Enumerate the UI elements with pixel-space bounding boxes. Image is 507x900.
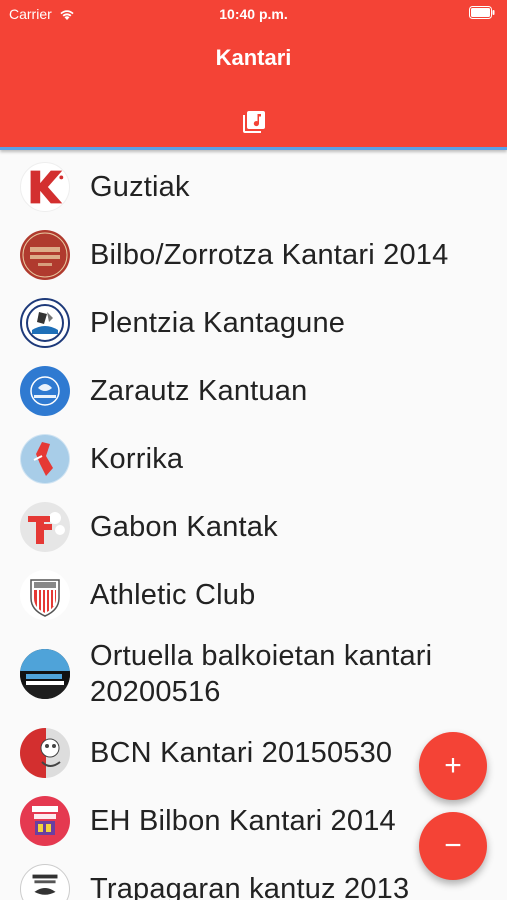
eh-bilbon-logo-icon [20,796,70,846]
list-item[interactable]: Korrika [0,425,507,493]
list-item[interactable]: Guztiak [0,153,507,221]
bilbo-kantari-logo-icon [20,230,70,280]
list-item-label: Zarautz Kantuan [90,375,308,407]
athletic-club-crest-icon [20,570,70,620]
remove-button[interactable]: − [419,812,487,880]
status-bar: Carrier 10:40 p.m. [0,0,507,28]
trapagaran-logo-icon [20,864,70,900]
add-icon: + [444,749,462,782]
zarautz-logo-icon [20,366,70,416]
library-music-icon[interactable] [241,109,267,135]
list-item[interactable]: Athletic Club [0,561,507,629]
list-item-label: Athletic Club [90,579,256,611]
status-time: 10:40 p.m. [219,6,288,22]
list-item[interactable]: Zarautz Kantuan [0,357,507,425]
tab-indicator [0,147,507,150]
plentzia-logo-icon [20,298,70,348]
remove-icon: − [444,829,462,862]
kantu-kalejira-logo-icon [20,649,70,699]
list-item-label: Ortuella balkoietan kantari 20200516 [90,640,433,708]
list-item-label: Korrika [90,443,184,475]
korrika-logo-icon [20,434,70,484]
add-button[interactable]: + [419,732,487,800]
list-item[interactable]: Gabon Kantak [0,493,507,561]
list-item[interactable]: Bilbo/Zorrotza Kantari 2014 [0,221,507,289]
battery-icon [469,6,495,19]
list-item-label: Guztiak [90,171,190,203]
app-bar: Carrier 10:40 p.m. Kantari [0,0,507,150]
kantari-logo-icon [20,162,70,212]
page-title: Kantari [215,45,292,70]
list-item[interactable]: Ortuella balkoietan kantari 20200516 [0,629,507,719]
bcn-logo-icon [20,728,70,778]
gabon-logo-icon [20,502,70,552]
list-item-label: Gabon Kantak [90,511,278,543]
list-item[interactable]: Plentzia Kantagune [0,289,507,357]
list-item-label: Plentzia Kantagune [90,307,346,339]
list-item-label: Bilbo/Zorrotza Kantari 2014 [90,239,449,271]
